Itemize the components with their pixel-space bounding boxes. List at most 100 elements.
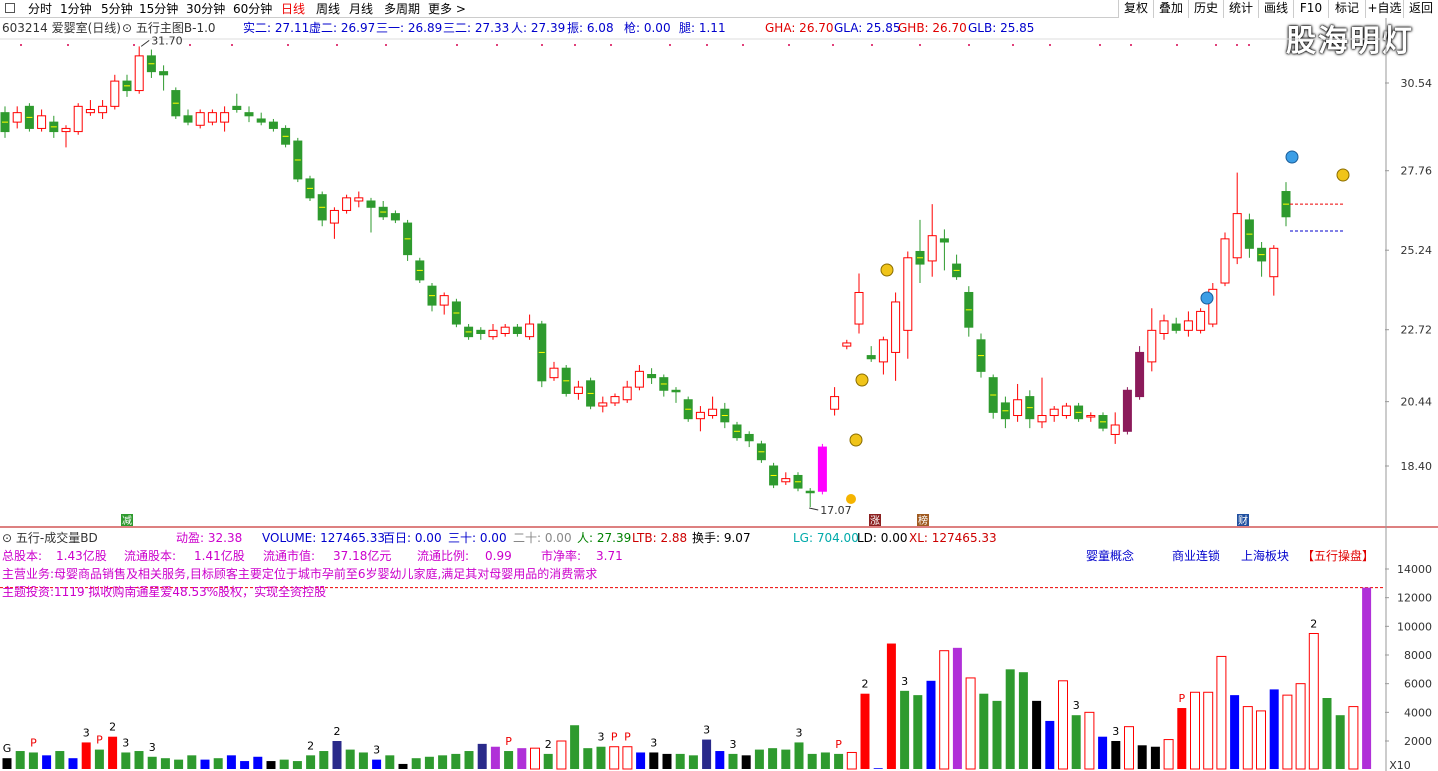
volume-bar (411, 758, 421, 769)
volume-bar (873, 768, 883, 769)
volume-bar (807, 753, 817, 769)
candle-body (232, 105, 242, 111)
volume-bar (121, 752, 131, 769)
vol-values-1: VOLUME: 127465.33 (262, 531, 385, 545)
volume-bar (675, 753, 685, 769)
volume-bar (490, 746, 500, 769)
high-label: 31.70 (151, 34, 183, 47)
volume-bar (754, 749, 764, 769)
volume-bar (913, 695, 923, 769)
vol-values-7: 换手: 9.07 (692, 531, 751, 545)
volume-bar (1230, 695, 1240, 769)
candle-body (854, 291, 864, 325)
signal-dot (1248, 44, 1250, 46)
candle-body (439, 295, 449, 306)
volume-bar (636, 752, 646, 769)
volume-signal-label: 3 (650, 736, 657, 749)
low-label: 17.07 (820, 504, 852, 517)
volume-bar (794, 742, 804, 769)
volume-bar (570, 725, 580, 769)
volume-tick-label: 8000 (1404, 649, 1432, 662)
volume-signal-label: 3 (598, 731, 605, 744)
settings-icon[interactable]: ⊙ (122, 21, 132, 35)
volume-signal-label: G (3, 742, 12, 755)
candle-body (37, 115, 47, 129)
volume-bar (385, 755, 395, 769)
volume-bar (1163, 739, 1174, 770)
candle-body (73, 105, 83, 133)
candle-body (1086, 415, 1096, 418)
candle-body (1171, 323, 1181, 331)
volume-bar (530, 747, 540, 770)
signal-dot (610, 44, 612, 46)
vol-values-10: XL: 127465.33 (909, 531, 997, 545)
info-stats-6: 流通比例: (417, 549, 470, 563)
signal-dot (788, 44, 790, 46)
volume-bar (1071, 715, 1081, 769)
volume-bar (1348, 706, 1359, 770)
volume-bar (94, 749, 104, 769)
volume-signal-label: 3 (796, 726, 803, 739)
volume-bar (1242, 706, 1253, 770)
vol-values-6: LTB: 2.88 (632, 531, 688, 545)
volume-bar (108, 736, 118, 769)
signal-dot (742, 44, 744, 46)
candle-body (244, 112, 254, 117)
volume-signal-label: P (835, 738, 842, 751)
volume-bar (860, 693, 870, 769)
volume-signal-label: 2 (334, 725, 341, 738)
volume-bar (596, 746, 606, 769)
volume-bar (1045, 720, 1055, 769)
info-tags-3[interactable]: 【五行操盘】 (1302, 549, 1374, 563)
volume-bar (820, 752, 830, 769)
candle-body (781, 478, 791, 483)
candle-body (927, 235, 937, 262)
volume-bar (702, 739, 712, 769)
candle-body (390, 213, 400, 221)
volume-bar (1335, 715, 1345, 769)
volume-tick-label: 6000 (1404, 678, 1432, 691)
volume-footer: X10 (1389, 759, 1411, 771)
theme-investment: 主题投资:1119 拟收购南通星爱48.53%股权，实现全资控股 (2, 585, 327, 599)
indicator-name[interactable]: ⊙ 五行主图B-1.0 (122, 21, 216, 35)
volume-bar (504, 751, 514, 769)
volume-bar (741, 755, 751, 769)
volume-bar (1124, 726, 1134, 770)
candle-body (256, 118, 266, 123)
candle-body (1232, 213, 1242, 259)
info-tags-1[interactable]: 商业连锁 (1172, 549, 1220, 563)
candle-body (842, 342, 852, 347)
volume-bar (992, 700, 1002, 769)
info-tags-2[interactable]: 上海板块 (1241, 549, 1289, 563)
main-values-4: 人: 27.39 (511, 21, 566, 35)
main-values-6: 枪: 0.00 (624, 21, 671, 35)
volume-bar (1018, 672, 1028, 769)
volume-indicator[interactable]: ⊙ 五行-成交量BD (2, 531, 98, 545)
volume-bar (1032, 700, 1042, 769)
volume-bar (1190, 691, 1200, 770)
volume-bar (358, 752, 368, 769)
volume-bar (662, 753, 672, 769)
signal-dot (669, 44, 671, 46)
signal-dot (1130, 44, 1132, 46)
volume-bar (81, 742, 91, 769)
candle-body (354, 197, 364, 202)
settings-icon[interactable]: ⊙ (2, 531, 12, 545)
volume-bar (1150, 746, 1160, 769)
signal-dot (456, 44, 458, 46)
volume-bar (583, 748, 593, 769)
volume-bar (556, 740, 567, 770)
info-stats-7: 0.99 (485, 549, 512, 563)
info-tags-0[interactable]: 婴童概念 (1086, 549, 1134, 563)
candle-body (805, 490, 815, 494)
right-values-3: GLB: 25.85 (968, 21, 1035, 35)
candle-body (366, 200, 376, 208)
price-tick-label: 22.72 (1401, 324, 1433, 337)
volume-bar (464, 751, 474, 769)
indicator-label: 五行主图B-1.0 (135, 21, 216, 35)
signal-dot (871, 44, 873, 46)
candle-body (134, 55, 144, 92)
candle-body (1147, 329, 1157, 363)
signal-dot (20, 44, 22, 46)
sun-icon (846, 494, 856, 504)
